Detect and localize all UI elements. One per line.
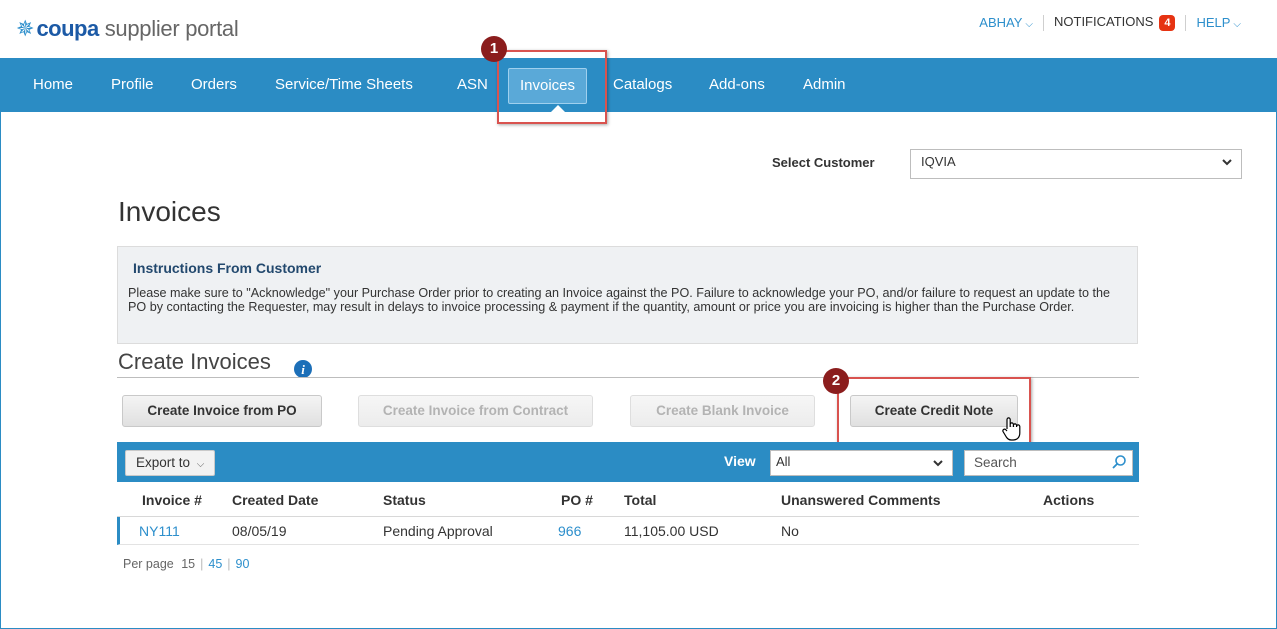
status: Pending Approval: [383, 523, 493, 539]
help-label: HELP: [1196, 15, 1231, 30]
column-status[interactable]: Status: [383, 492, 426, 508]
export-to-button[interactable]: Export to ⌵: [125, 450, 216, 476]
top-bar: ✵ coupa supplier portal ABHAY ⌵ NOTIFICAT…: [0, 0, 1277, 58]
search-input[interactable]: [965, 451, 1114, 473]
column-total[interactable]: Total: [624, 492, 656, 508]
table-row: NY111 08/05/19 Pending Approval 966 11,1…: [117, 517, 1139, 545]
user-menu[interactable]: ABHAY ⌵: [979, 15, 1033, 30]
info-icon[interactable]: i: [293, 359, 313, 379]
chevron-down-icon: [1222, 159, 1232, 166]
divider: [1185, 14, 1187, 31]
notifications-label: NOTIFICATIONS: [1054, 14, 1154, 29]
page-title: Invoices: [118, 196, 221, 227]
per-page-option-90[interactable]: 90: [236, 557, 250, 571]
customer-select-value: IQVIA: [921, 154, 956, 169]
main-nav: Home Profile Orders Service/Time Sheets …: [0, 58, 1277, 112]
search-icon[interactable]: [1111, 454, 1127, 470]
create-invoice-from-po-button[interactable]: Create Invoice from PO: [122, 395, 322, 427]
divider: [1043, 14, 1044, 31]
view-select[interactable]: All: [770, 450, 953, 476]
help-menu[interactable]: HELP ⌵: [1196, 15, 1241, 30]
divider: |: [200, 557, 204, 571]
total: 11,105.00 USD: [624, 523, 719, 539]
chevron-down-icon: ⌵: [196, 459, 205, 470]
nav-home[interactable]: Home: [33, 58, 73, 112]
column-invoice-number[interactable]: Invoice #: [142, 492, 202, 508]
table-header: Invoice # Created Date Status PO # Total…: [117, 482, 1139, 517]
table-toolbar: Export to ⌵ View All: [117, 442, 1139, 482]
create-invoices-title: Create Invoices: [118, 349, 271, 374]
callout-box-1: [497, 50, 607, 124]
coupa-logo-icon: ✵: [16, 16, 35, 41]
export-label: Export to: [136, 455, 191, 470]
chevron-down-icon: ⌵: [1025, 19, 1033, 30]
per-page-option-45[interactable]: 45: [208, 557, 222, 571]
nav-profile[interactable]: Profile: [111, 58, 154, 112]
nav-catalogs[interactable]: Catalogs: [613, 58, 672, 112]
notifications-badge: 4: [1159, 15, 1176, 31]
customer-instructions: Instructions From Customer Please make s…: [117, 246, 1138, 344]
column-po-number[interactable]: PO #: [561, 492, 593, 508]
select-customer-label: Select Customer: [772, 155, 875, 170]
customer-select[interactable]: IQVIA: [910, 149, 1242, 179]
view-select-value: All: [776, 454, 791, 469]
created-date: 08/05/19: [232, 523, 287, 539]
column-unanswered-comments[interactable]: Unanswered Comments: [781, 492, 940, 508]
nav-asn[interactable]: ASN: [457, 58, 488, 112]
create-invoice-from-contract-button[interactable]: Create Invoice from Contract: [358, 395, 593, 427]
utility-menu: ABHAY ⌵ NOTIFICATIONS 4 HELP ⌵: [979, 14, 1241, 31]
nav-orders[interactable]: Orders: [191, 58, 237, 112]
instructions-title: Instructions From Customer: [133, 260, 322, 276]
chevron-down-icon: [933, 460, 943, 467]
coupa-logo[interactable]: ✵ coupa supplier portal: [16, 16, 239, 42]
unanswered-comments: No: [781, 523, 799, 539]
nav-add-ons[interactable]: Add-ons: [709, 58, 765, 112]
search-box: [964, 450, 1133, 476]
notifications-link[interactable]: NOTIFICATIONS 4: [1054, 14, 1176, 31]
callout-number-1: 1: [481, 36, 507, 62]
per-page-label: Per page: [123, 557, 174, 571]
create-blank-invoice-button[interactable]: Create Blank Invoice: [630, 395, 815, 427]
chevron-down-icon: ⌵: [1233, 19, 1241, 30]
invoice-number-link[interactable]: NY111: [139, 523, 180, 539]
column-created-date[interactable]: Created Date: [232, 492, 318, 508]
hand-cursor-icon: [1002, 417, 1021, 441]
nav-service-time-sheets[interactable]: Service/Time Sheets: [275, 58, 413, 112]
column-actions: Actions: [1043, 492, 1095, 508]
callout-number-2: 2: [823, 368, 849, 394]
po-number-link[interactable]: 966: [558, 523, 581, 539]
instructions-body: Please make sure to "Acknowledge" your P…: [128, 286, 1111, 314]
user-name: ABHAY: [979, 15, 1023, 30]
logo-word: coupa: [36, 16, 99, 41]
per-page-selector: Per page 15 | 45 | 90: [123, 557, 249, 571]
svg-text:i: i: [301, 362, 305, 377]
per-page-option-15[interactable]: 15: [181, 557, 195, 571]
view-label: View: [724, 453, 756, 469]
logo-tag: supplier portal: [104, 16, 239, 41]
nav-admin[interactable]: Admin: [803, 58, 846, 112]
divider: |: [227, 557, 231, 571]
